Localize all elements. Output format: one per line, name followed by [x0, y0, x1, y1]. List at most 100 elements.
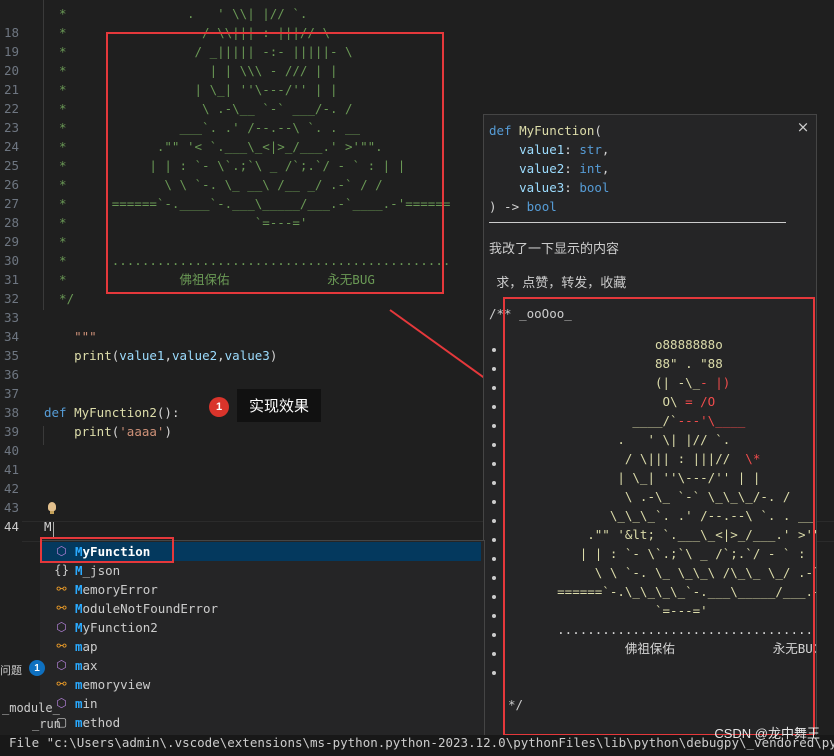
class-icon: ⚯	[56, 639, 67, 653]
suggestion-label: MemoryError	[75, 580, 158, 599]
code-token: (	[594, 123, 602, 138]
bullet-icon	[492, 519, 496, 523]
code-token: bool	[526, 199, 557, 214]
line-number: 33	[3, 310, 19, 325]
suggestion-item[interactable]: {} M_json	[41, 561, 481, 580]
terminal-output: File "c:\Users\admin\.vscode\extensions\…	[0, 735, 834, 756]
code-token: ) ->	[489, 199, 527, 214]
doc-description: 我改了一下显示的内容	[489, 241, 620, 256]
suggestion-item[interactable]: ⚯ MemoryError	[41, 580, 481, 599]
code-line[interactable]: *	[44, 232, 67, 251]
code-line[interactable]: print(value1,value2,value3)	[44, 346, 277, 365]
suggestion-label: MyFunction2	[75, 618, 158, 637]
bullet-icon	[492, 424, 496, 428]
line-number: 20	[3, 63, 19, 78]
line-number: 32	[3, 291, 19, 306]
code-token: value3	[519, 180, 565, 195]
bullet-icon	[492, 500, 496, 504]
code-token: MyFunction2	[74, 405, 157, 420]
line-number: 27	[3, 196, 19, 211]
code-token: M	[44, 519, 52, 534]
suggestion-item[interactable]: ⚯ memoryview	[41, 675, 481, 694]
suggestion-widget[interactable]: ⬡ MyFunction{} M_json ⚯ MemoryError ⚯ ModuleNo…	[40, 540, 485, 737]
code-token: bool	[579, 180, 610, 195]
code-line[interactable]: M	[44, 517, 52, 536]
code-token: *	[44, 234, 67, 249]
line-number: 37	[3, 386, 19, 401]
watermark: CSDN @龙中舞王	[714, 726, 820, 741]
suggestion-item[interactable]: ⬡ MyFunction2	[41, 618, 481, 637]
suggestion-match: m	[75, 658, 83, 673]
bullet-icon	[492, 405, 496, 409]
suggestion-item[interactable]: ⬡ min	[41, 694, 481, 713]
suggestion-match: M	[75, 582, 83, 597]
line-number: 38	[3, 405, 19, 420]
close-icon[interactable]: ×	[795, 119, 811, 135]
class-icon: ⚯	[56, 601, 67, 615]
line-number: 22	[3, 101, 19, 116]
suggestion-match: M	[75, 620, 83, 635]
line-number: 40	[3, 443, 19, 458]
suggestion-item[interactable]: ⬡ max	[41, 656, 481, 675]
suggestion-label: M_json	[75, 561, 120, 580]
problems-tab[interactable]: 问题	[0, 662, 22, 678]
suggestion-match: m	[75, 639, 83, 654]
code-line[interactable]: """	[44, 327, 97, 346]
suggestion-label: map	[75, 637, 98, 656]
bullet-icon	[492, 652, 496, 656]
code-token: """	[44, 329, 97, 344]
suggestion-item[interactable]: ⚯ map	[41, 637, 481, 656]
code-token: * . ' \\| |// `.	[44, 6, 308, 21]
code-token: value1	[519, 142, 565, 157]
suggestion-label: memoryview	[75, 675, 150, 694]
signature-line: value2: int,	[489, 159, 609, 178]
bullet-icon	[492, 557, 496, 561]
code-line[interactable]: print('aaaa')	[44, 422, 172, 441]
code-token: value1	[119, 348, 165, 363]
code-line[interactable]: def MyFunction2():	[44, 403, 179, 422]
lightbulb-icon[interactable]	[48, 502, 56, 514]
code-token: def	[489, 123, 520, 138]
code-token: MyFunction	[519, 123, 595, 138]
code-line[interactable]: * . ' \\| |// `.	[44, 4, 307, 23]
suggestion-rest: ethod	[82, 715, 121, 730]
suggestion-rest: in	[82, 696, 98, 711]
suggestion-item[interactable]: ▢ method	[41, 713, 481, 732]
signature-line: ) -> bool	[489, 197, 609, 216]
bullet-icon	[492, 481, 496, 485]
line-number: 43	[3, 500, 19, 515]
suggestion-match: m	[75, 677, 83, 692]
code-token: def	[44, 405, 75, 420]
suggestion-rest: yFunction2	[82, 620, 158, 635]
suggestion-rest: ax	[82, 658, 98, 673]
bullet-icon	[492, 348, 496, 352]
bullet-icon	[492, 671, 496, 675]
code-token: value3	[224, 348, 270, 363]
bullet-icon	[492, 576, 496, 580]
code-line[interactable]: */	[44, 289, 74, 308]
suggestion-label: method	[75, 713, 120, 732]
class-icon: ⚯	[56, 677, 67, 691]
line-number: 24	[3, 139, 19, 154]
suggestion-rest: emoryError	[82, 582, 158, 597]
suggestion-rest: emoryview	[82, 677, 151, 692]
line-number: 25	[3, 158, 19, 173]
bullet-icon	[492, 538, 496, 542]
suggestion-label: min	[75, 694, 98, 713]
bullet-icon	[492, 614, 496, 618]
bullet-icon	[492, 595, 496, 599]
line-number: 34	[3, 329, 19, 344]
suggestion-rest: _json	[82, 563, 121, 578]
code-token: ():	[156, 405, 180, 420]
cube-icon: ⬡	[56, 658, 67, 672]
code-token: ,	[601, 161, 610, 176]
line-number: 18	[3, 25, 19, 40]
code-token: :	[564, 180, 580, 195]
cube-icon: ⬡	[56, 620, 67, 634]
code-token: print	[74, 348, 112, 363]
suggestion-item[interactable]: ⚯ ModuleNotFoundError	[41, 599, 481, 618]
line-number: 30	[3, 253, 19, 268]
line-number: 39	[3, 424, 19, 439]
code-token: */	[44, 291, 75, 306]
